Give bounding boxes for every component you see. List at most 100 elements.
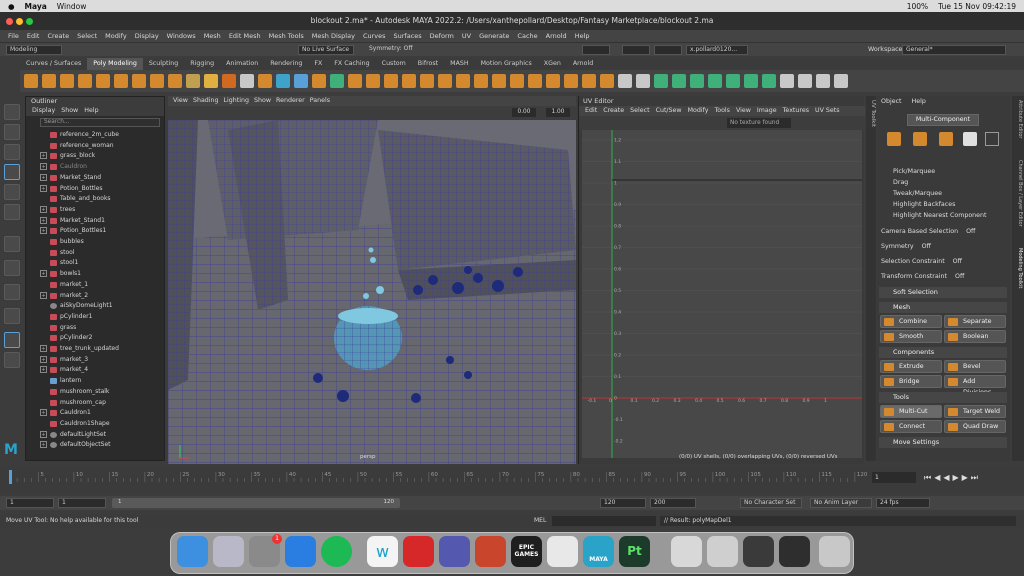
object-mode-icon[interactable] [887,132,901,146]
gamma-field[interactable]: 1.00 [546,108,570,117]
outliner-item[interactable]: stool1 [26,258,162,268]
shelf-tab-motion-graphics[interactable]: Motion Graphics [475,58,538,70]
outliner-item[interactable]: + Market_Stand [26,173,162,183]
connect-button[interactable]: Connect [880,420,942,433]
bevel-button[interactable]: Bevel [944,360,1006,373]
outliner-item[interactable]: Table_and_books [26,194,162,204]
transform-constraint-row[interactable]: Transform Constraint Off [881,271,1007,283]
viewport-menu-renderer[interactable]: Renderer [276,96,305,106]
expand-icon[interactable]: + [40,216,47,224]
menu-display[interactable]: Display [135,32,159,40]
recent-window-3[interactable] [743,536,774,567]
shelf-tool-icon[interactable] [726,74,740,88]
expand-icon[interactable]: + [40,430,47,438]
shelf-tool-icon[interactable] [492,74,506,88]
shelf-tool-icon[interactable] [690,74,704,88]
quad-draw-button[interactable]: Quad Draw [944,420,1006,433]
mac-clock[interactable]: Tue 15 Nov 09:42:19 [938,2,1016,11]
viewport-menu-show[interactable]: Show [254,96,271,106]
uv-menu-cut-sew[interactable]: Cut/Sew [656,106,682,116]
shelf-tab-poly-modeling[interactable]: Poly Modeling [87,58,143,70]
substance-painter-icon[interactable]: Pt [619,536,650,567]
expand-icon[interactable]: + [40,227,47,235]
symmetry-row[interactable]: Symmetry Off [881,241,1007,253]
menu-create[interactable]: Create [47,32,69,40]
current-frame-field[interactable]: 1 [872,472,916,483]
outliner-item[interactable]: + market_2 [26,291,162,301]
shelf-tab-rendering[interactable]: Rendering [264,58,308,70]
expand-icon[interactable]: + [40,163,47,171]
outliner-item[interactable]: + defaultObjectSet [26,440,162,450]
outliner-item[interactable]: market_1 [26,280,162,290]
zbrush-icon[interactable] [547,536,578,567]
extrude-button[interactable]: Extrude [880,360,942,373]
mtk-menu-object[interactable]: Object [881,98,902,105]
shelf-tool-icon[interactable] [276,74,290,88]
powerpoint-icon[interactable] [475,536,506,567]
rotate-tool-icon[interactable] [4,184,20,200]
outliner-item[interactable]: + Potion_Bottles1 [26,226,162,236]
expand-icon[interactable]: + [40,409,47,417]
multi-cut-button[interactable]: Multi-Cut [880,405,942,418]
outliner-item[interactable]: + bowls1 [26,269,162,279]
menu-generate[interactable]: Generate [479,32,509,40]
mel-label[interactable]: MEL [534,517,546,524]
outliner-item[interactable]: reference_2m_cube [26,130,162,140]
exposure-field[interactable]: 0.00 [512,108,536,117]
finder-icon[interactable] [177,536,208,567]
shelf-tool-icon[interactable] [78,74,92,88]
select-tool-icon[interactable] [4,104,20,120]
shelf-tool-icon[interactable] [510,74,524,88]
user-account[interactable]: x.pollard0120... [686,45,748,55]
shelf-tab-sculpting[interactable]: Sculpting [143,58,184,70]
shelf-tool-icon[interactable] [816,74,830,88]
outliner-item[interactable]: + trees [26,205,162,215]
outliner-item[interactable]: Cauldron1Shape [26,419,162,429]
launchpad-icon[interactable] [213,536,244,567]
mac-app-name[interactable]: Maya [25,2,47,11]
settings-icon[interactable]: 1 [249,534,282,567]
shelf-tool-icon[interactable] [222,74,236,88]
shelf-tool-icon[interactable] [546,74,560,88]
shelf-tool-icon[interactable] [168,74,182,88]
viewport-menu-panels[interactable]: Panels [310,96,330,106]
y-field[interactable] [622,45,650,55]
shelf-tab-fx[interactable]: FX [308,58,328,70]
shelf-tool-icon[interactable] [798,74,812,88]
expand-icon[interactable]: + [40,355,47,363]
lasso-tool-icon[interactable] [4,124,20,140]
outliner-item[interactable]: grass [26,323,162,333]
mode-dropdown[interactable]: Modeling [6,45,62,55]
menu-mesh-display[interactable]: Mesh Display [312,32,355,40]
symmetry-dropdown[interactable]: Symmetry: Off [366,45,424,55]
add-divisions-button[interactable]: Add Divisions [944,375,1006,396]
menu-deform[interactable]: Deform [430,32,454,40]
uv-menu-view[interactable]: View [736,106,751,116]
shelf-tool-icon[interactable] [384,74,398,88]
uv-grid[interactable]: -0.1 0 0.1 0.2 0.3 0.4 0.5 0.6 0.7 0.8 0.9 1 1.2 1.1 1… [582,118,862,458]
expand-icon[interactable]: + [40,441,47,449]
menu-surfaces[interactable]: Surfaces [394,32,422,40]
boolean-button[interactable]: Boolean [944,330,1006,343]
expand-icon[interactable]: + [40,345,47,352]
uv-menu-uv-sets[interactable]: UV Sets [815,106,840,116]
shelf-tool-icon[interactable] [366,74,380,88]
safari-icon[interactable] [285,536,316,567]
shelf-tab-custom[interactable]: Custom [376,58,412,70]
menu-edit-mesh[interactable]: Edit Mesh [229,32,261,40]
outliner-item[interactable]: lantern [26,376,162,386]
menu-uv[interactable]: UV [462,32,471,40]
uv-layout-icon[interactable] [4,332,20,348]
outliner-item[interactable]: + Potion_Bottles [26,184,162,194]
outliner-search[interactable]: Search... [40,118,160,127]
separate-button[interactable]: Separate [944,315,1006,328]
shelf-tool-icon[interactable] [204,74,218,88]
search-icon[interactable] [4,352,20,368]
menu-cache[interactable]: Cache [517,32,537,40]
face-mode-icon[interactable] [963,132,977,146]
tools-section[interactable]: Tools [879,392,1007,403]
outliner-item[interactable]: + grass_block [26,151,162,161]
workspace-dropdown[interactable]: General* [902,45,1006,55]
shelf-tool-icon[interactable] [186,74,200,88]
playback-start-field[interactable]: 1 [58,498,106,508]
